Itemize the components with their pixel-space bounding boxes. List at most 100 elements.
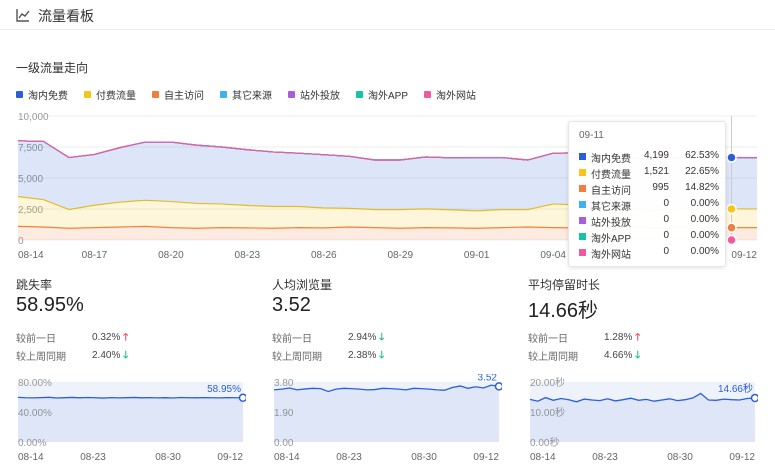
tooltip-series-pct: 62.53% (685, 150, 719, 161)
compare-value: 1.28% (604, 332, 633, 343)
legend-label: 淘外APP (368, 90, 409, 102)
tooltip-series-name: 自主访问 (591, 186, 631, 197)
compare-label: 较上周同期 (272, 352, 322, 363)
sparkline-end-point (750, 393, 758, 403)
x-tick-label: 09-12 (473, 452, 499, 463)
compare-value: 2.40% (92, 350, 121, 361)
y-tick-label: 10,000 (18, 112, 49, 123)
tooltip-series-value: 0 (663, 214, 669, 225)
sparkline-line (17, 396, 244, 399)
compare-value: 4.66% (604, 350, 633, 361)
y-tick-label: 3.80 (274, 378, 294, 389)
legend-item[interactable]: 淘外APP (356, 87, 409, 102)
tooltip-series-value: 0 (663, 230, 669, 241)
legend-item[interactable]: 站外投放 (288, 87, 340, 102)
chart-tooltip: 09-11 淘内免费 4,199 62.53% 付费流量 1,521 22.65% 自主访问… (568, 121, 726, 267)
dashboard-header: 流量看板 (0, 0, 775, 30)
legend-label: 自主访问 (164, 90, 204, 102)
tooltip-series-name: 站外投放 (591, 218, 631, 229)
legend-item[interactable]: 淘外网站 (424, 87, 477, 102)
x-tick-label: 08-17 (82, 250, 108, 261)
arrow-up-icon: 🡑 (635, 332, 641, 343)
tooltip-row: 淘内免费 4,199 62.53% (579, 150, 719, 165)
compare-value: 0.32% (92, 332, 121, 343)
legend-item[interactable]: 付费流量 (84, 87, 136, 102)
hover-point (726, 203, 737, 215)
chart-legend: 淘内免费 付费流量 自主访问 其它来源 站外投放 淘外APP 淘外网站 (16, 87, 492, 102)
tooltip-row: 站外投放 0 0.00% (579, 214, 719, 229)
tooltip-series-name: 其它来源 (591, 202, 631, 213)
metric-value: 14.66秒 (528, 300, 599, 322)
series-color-dot (579, 153, 586, 160)
legend-label: 淘内免费 (28, 90, 68, 102)
compare-label: 较上周同期 (528, 352, 578, 363)
metric-compare-day: 较前一日 2.94% 🡓 (272, 330, 502, 345)
x-tick-label: 09-12 (731, 250, 757, 261)
tooltip-row: 淘外网站 0 0.00% (579, 246, 719, 261)
x-tick-label: 08-29 (387, 250, 413, 261)
page-views-sparkline[interactable]: 3.801.900.003.5208-1408-2308-3009-12 (272, 374, 502, 474)
series-color-dot (579, 249, 586, 256)
metric-page-views: 人均浏览量 3.52 较前一日 2.94% 🡓 较上周同期 2.38% 🡓 3.… (272, 276, 502, 471)
hover-point (726, 234, 737, 246)
x-tick-label: 08-30 (667, 452, 693, 463)
hover-point (726, 222, 737, 233)
legend-item[interactable]: 淘内免费 (16, 87, 68, 102)
x-tick-label: 08-14 (530, 452, 556, 463)
x-tick-label: 09-12 (217, 452, 243, 463)
sparkline-area (530, 393, 755, 442)
metric-compare-day: 较前一日 0.32% 🡑 (16, 330, 246, 345)
tooltip-row: 其它来源 0 0.00% (579, 198, 719, 213)
compare-value: 2.38% (348, 350, 377, 361)
x-tick-label: 08-20 (158, 250, 184, 261)
x-tick-label: 08-14 (274, 452, 300, 463)
metric-label: 跳失率 (16, 278, 53, 292)
metric-value: 58.95% (16, 294, 84, 316)
x-tick-label: 09-12 (729, 452, 755, 463)
page-title: 流量看板 (38, 8, 94, 24)
x-tick-label: 08-14 (18, 452, 44, 463)
tooltip-series-value: 1,521 (643, 166, 669, 177)
x-tick-label: 09-04 (540, 250, 566, 261)
legend-swatch (152, 90, 159, 98)
sparkline-end-label: 58.95% (207, 384, 241, 395)
tooltip-series-value: 0 (663, 198, 669, 209)
compare-label: 较前一日 (528, 334, 568, 345)
x-tick-label: 08-23 (336, 452, 362, 463)
y-tick-label: 80.00% (18, 378, 52, 389)
metric-bounce-rate: 跳失率 58.95% 较前一日 0.32% 🡑 较上周同期 2.40% 🡓 80… (16, 276, 246, 471)
tooltip-series-value: 4,199 (643, 150, 669, 161)
line-chart-icon (16, 9, 30, 22)
avg-duration-sparkline[interactable]: 20.00秒10.00秒0.00秒14.66秒08-1408-2308-3009… (528, 374, 758, 474)
legend-label: 淘外网站 (436, 90, 477, 102)
x-tick-label: 09-01 (464, 250, 490, 261)
tooltip-series-value: 995 (652, 182, 669, 193)
legend-item[interactable]: 自主访问 (152, 87, 204, 102)
tooltip-row: 自主访问 995 14.82% (579, 182, 719, 197)
legend-swatch (84, 90, 91, 98)
legend-swatch (356, 90, 363, 98)
tooltip-series-name: 淘内免费 (591, 154, 631, 165)
compare-label: 较上周同期 (16, 352, 66, 363)
compare-value: 2.94% (348, 332, 377, 343)
tooltip-date: 09-11 (579, 130, 604, 141)
x-tick-label: 08-23 (592, 452, 618, 463)
section-title: 一级流量走向 (16, 61, 89, 75)
tooltip-row: 淘外APP 0 0.00% (579, 230, 719, 245)
legend-label: 付费流量 (96, 90, 136, 102)
arrow-down-icon: 🡓 (379, 332, 385, 343)
arrow-down-icon: 🡓 (379, 350, 385, 361)
y-tick-label: 20.00秒 (530, 376, 565, 389)
metric-compare-day: 较前一日 1.28% 🡑 (528, 330, 758, 345)
bounce-rate-sparkline[interactable]: 80.00%40.00%0.00%58.95%08-1408-2308-3009… (16, 374, 246, 474)
series-color-dot (579, 201, 586, 208)
metric-compare-week: 较上周同期 4.66% 🡓 (528, 348, 758, 363)
hover-point (726, 152, 737, 163)
metric-label: 人均浏览量 (272, 278, 333, 292)
legend-item[interactable]: 其它来源 (220, 87, 272, 102)
compare-label: 较前一日 (272, 334, 312, 345)
tooltip-series-name: 淘外网站 (591, 250, 631, 261)
metric-value: 3.52 (272, 294, 311, 316)
tooltip-series-name: 淘外APP (591, 234, 632, 245)
arrow-down-icon: 🡓 (123, 350, 129, 361)
